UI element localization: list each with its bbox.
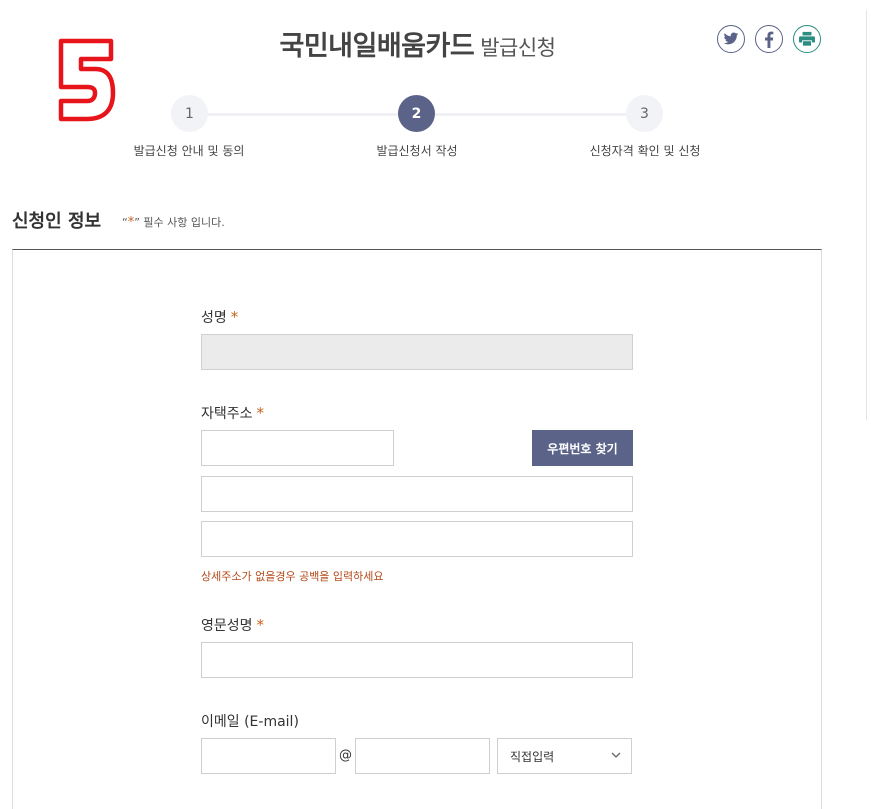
required-star: *	[230, 308, 239, 326]
page-scroll-edge	[866, 10, 871, 420]
step-2-label: 발급신청서 작성	[376, 144, 458, 158]
address-line2-field[interactable]	[201, 521, 633, 557]
step-3-label: 신청자격 확인 및 신청	[589, 144, 701, 158]
print-button[interactable]	[793, 25, 821, 53]
required-star: *	[256, 616, 265, 634]
required-note: “*” 필수 사항 입니다.	[122, 214, 225, 230]
facebook-share-button[interactable]	[755, 25, 783, 53]
page-title-main: 국민내일배움카드	[279, 31, 475, 62]
email-domain-select[interactable]: 직접입력	[497, 738, 632, 774]
address-hint: 상세주소가 없을경우 공백을 입력하세요	[201, 570, 384, 583]
email-label: 이메일 (E-mail)	[201, 714, 299, 730]
print-icon	[799, 31, 815, 47]
address-label: 자택주소 *	[201, 403, 264, 423]
find-zip-code-button[interactable]: 우편번호 찾기	[532, 430, 633, 466]
english-name-label-text: 영문성명	[201, 618, 253, 634]
english-name-field[interactable]	[201, 642, 633, 678]
page-title-sub: 발급신청	[480, 36, 556, 60]
chevron-down-icon	[611, 752, 621, 758]
email-domain-select-value: 직접입력	[510, 749, 555, 764]
step-1-circle: 1	[171, 95, 208, 132]
step-1-label: 발급신청 안내 및 동의	[133, 144, 245, 158]
facebook-icon	[765, 31, 774, 48]
twitter-share-button[interactable]	[717, 25, 745, 53]
required-note-text: ” 필수 사항 입니다.	[134, 216, 225, 229]
step-3-circle: 3	[626, 95, 663, 132]
zip-code-field[interactable]	[201, 430, 394, 466]
page-title: 국민내일배움카드 발급신청	[0, 24, 835, 63]
name-label-text: 성명	[201, 310, 227, 326]
email-at-sign: @	[339, 748, 352, 763]
address-label-text: 자택주소	[201, 406, 253, 422]
email-domain-field[interactable]	[355, 738, 490, 774]
step-2-circle-active: 2	[398, 95, 435, 132]
name-field[interactable]	[201, 334, 633, 370]
section-title: 신청인 정보	[12, 211, 102, 232]
email-id-field[interactable]	[201, 738, 336, 774]
address-line1-field[interactable]	[201, 476, 633, 512]
twitter-icon	[723, 32, 739, 45]
required-star: *	[256, 404, 265, 422]
english-name-label: 영문성명 *	[201, 615, 264, 635]
name-label: 성명 *	[201, 307, 238, 327]
